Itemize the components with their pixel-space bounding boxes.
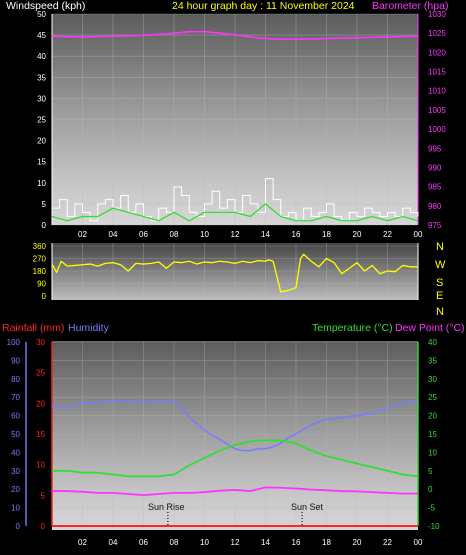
barometer-tick-label: 980 <box>428 202 442 211</box>
temperature-x-tick-label: 00 <box>414 538 423 547</box>
temperature-x-tick-label: 10 <box>200 538 209 547</box>
compass-label-w: W <box>435 259 446 271</box>
temperature-axis-title: Temperature (°C) <box>312 322 393 334</box>
direction-tick-label: 0 <box>42 292 47 301</box>
humidity-tick-label: 70 <box>11 393 20 402</box>
wind-tick-label: 45 <box>37 31 46 40</box>
barometer-tick-label: 1010 <box>428 87 446 96</box>
wind-x-tick-label: 02 <box>78 230 87 239</box>
temperature-x-tick-label: 08 <box>170 538 179 547</box>
wind-tick-label: 10 <box>37 179 46 188</box>
wind-x-tick-label: 10 <box>200 230 209 239</box>
wind-x-tick-label: 22 <box>383 230 392 239</box>
sunset-label: Sun Set <box>291 502 324 512</box>
direction-tick-label: 180 <box>33 267 47 276</box>
compass-label-n-top: N <box>436 241 444 253</box>
direction-tick-label: 360 <box>33 242 47 251</box>
chart-title: 24 hour graph day : 11 November 2024 <box>172 0 355 12</box>
wind-tick-label: 0 <box>42 221 47 230</box>
barometer-tick-label: 1025 <box>428 29 446 38</box>
temperature-tick-label: 20 <box>428 412 437 421</box>
direction-tick-label: 270 <box>33 255 47 264</box>
barometer-tick-label: 995 <box>428 144 442 153</box>
wind-tick-label: 30 <box>37 94 46 103</box>
humidity-tick-label: 10 <box>11 504 20 513</box>
barometer-tick-label: 975 <box>428 221 442 230</box>
barometer-tick-label: 1015 <box>428 68 446 77</box>
rainfall-tick-label: 0 <box>41 522 46 531</box>
humidity-tick-label: 60 <box>11 412 20 421</box>
barometer-tick-label: 990 <box>428 163 442 172</box>
temperature-x-tick-label: 12 <box>231 538 240 547</box>
wind-tick-label: 15 <box>37 158 46 167</box>
temperature-x-tick-label: 06 <box>139 538 148 547</box>
rainfall-tick-label: 10 <box>36 461 45 470</box>
temperature-tick-label: -10 <box>428 522 440 531</box>
humidity-tick-label: 90 <box>11 356 20 365</box>
temperature-tick-label: 30 <box>428 375 437 384</box>
temperature-x-tick-label: 14 <box>261 538 270 547</box>
wind-tick-label: 35 <box>37 73 46 82</box>
temperature-x-tick-label: 20 <box>353 538 362 547</box>
temperature-tick-label: 15 <box>428 430 437 439</box>
compass-label-s: S <box>436 277 443 289</box>
wind-tick-label: 40 <box>37 52 46 61</box>
temperature-x-tick-label: 04 <box>109 538 118 547</box>
humidity-axis-title: Humidity <box>68 322 110 334</box>
wind-axis-title: Windspeed (kph) <box>6 0 85 12</box>
temperature-tick-label: 0 <box>428 485 433 494</box>
humidity-tick-label: 30 <box>11 467 20 476</box>
wind-x-tick-label: 04 <box>109 230 118 239</box>
rainfall-axis-title: Rainfall (mm) <box>2 322 64 334</box>
humidity-tick-label: 0 <box>16 522 21 531</box>
temperature-tick-label: 5 <box>428 467 433 476</box>
wind-x-tick-label: 08 <box>170 230 179 239</box>
barometer-tick-label: 1000 <box>428 125 446 134</box>
wind-tick-label: 5 <box>42 200 47 209</box>
direction-tick-label: 90 <box>37 280 46 289</box>
wind-tick-label: 25 <box>37 116 46 125</box>
wind-x-tick-label: 20 <box>353 230 362 239</box>
wind-x-tick-label: 14 <box>261 230 270 239</box>
compass-label-e: E <box>436 290 443 302</box>
humidity-tick-label: 80 <box>11 375 20 384</box>
temperature-x-tick-label: 16 <box>292 538 301 547</box>
temperature-x-tick-label: 18 <box>322 538 331 547</box>
humidity-tick-label: 40 <box>11 448 20 457</box>
wind-x-tick-label: 16 <box>292 230 301 239</box>
temperature-x-tick-label: 02 <box>78 538 87 547</box>
wind-tick-label: 20 <box>37 137 46 146</box>
temperature-x-tick-label: 22 <box>383 538 392 547</box>
temperature-tick-label: 25 <box>428 393 437 402</box>
compass-label-n-bottom: N <box>436 306 444 318</box>
wind-x-tick-label: 00 <box>414 230 423 239</box>
wind-x-tick-label: 18 <box>322 230 331 239</box>
temperature-tick-label: -5 <box>428 504 436 513</box>
humidity-tick-label: 100 <box>7 338 21 347</box>
sunrise-label: Sun Rise <box>148 502 185 512</box>
rainfall-tick-label: 20 <box>36 399 45 408</box>
rainfall-tick-label: 5 <box>41 491 46 500</box>
barometer-tick-label: 985 <box>428 183 442 192</box>
humidity-tick-label: 50 <box>11 430 20 439</box>
humidity-tick-label: 20 <box>11 485 20 494</box>
barometer-axis-title: Barometer (hpa) <box>372 0 448 12</box>
rainfall-tick-label: 30 <box>36 338 45 347</box>
dewpoint-axis-title: Dew Point (°C) <box>395 322 465 334</box>
rainfall-tick-label: 25 <box>36 369 45 378</box>
wind-x-tick-label: 12 <box>231 230 240 239</box>
temperature-tick-label: 40 <box>428 338 437 347</box>
wind-x-tick-label: 06 <box>139 230 148 239</box>
barometer-tick-label: 1020 <box>428 48 446 57</box>
temperature-tick-label: 10 <box>428 448 437 457</box>
weather-chart: 0510152025303540455097598098599099510001… <box>2 0 465 547</box>
temperature-tick-label: 35 <box>428 356 437 365</box>
barometer-tick-label: 1005 <box>428 106 446 115</box>
rainfall-tick-label: 15 <box>36 430 45 439</box>
